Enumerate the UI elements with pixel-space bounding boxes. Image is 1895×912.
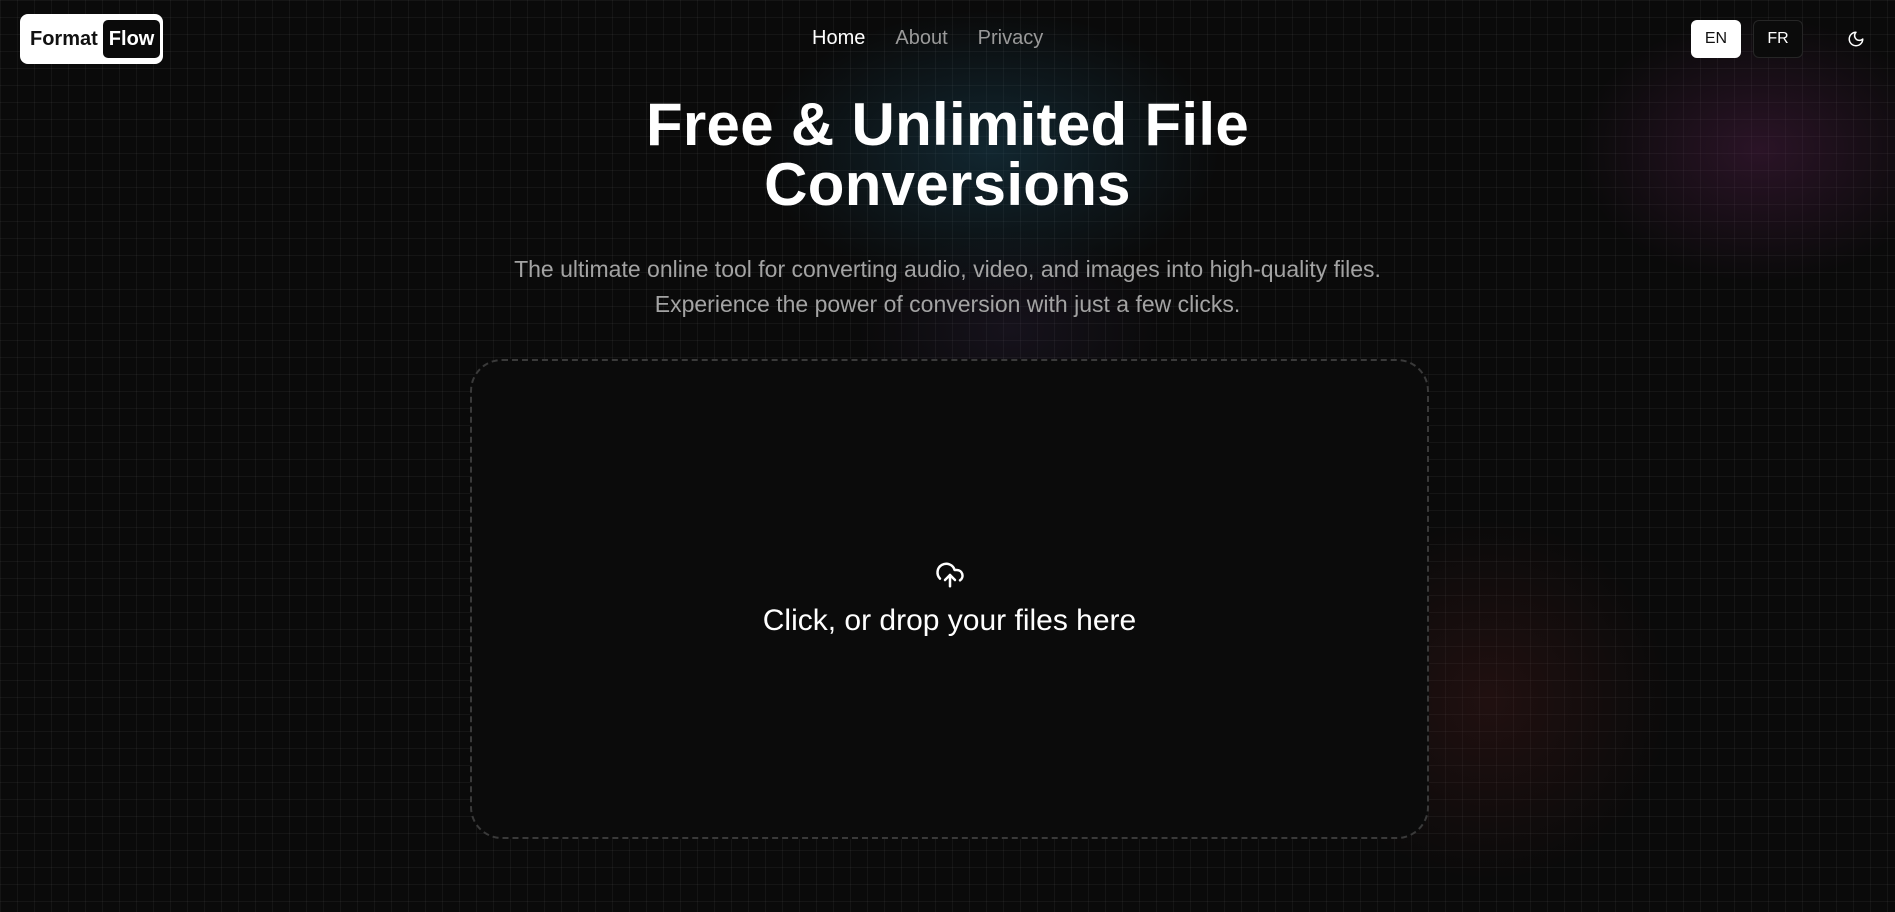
logo-flow-text: Flow xyxy=(102,20,161,58)
cloud-upload-icon xyxy=(935,562,964,588)
nav-home-link[interactable]: Home xyxy=(812,27,865,50)
theme-toggle-button[interactable] xyxy=(1844,27,1868,51)
nav-about-link[interactable]: About xyxy=(895,27,947,50)
dropzone-label: Click, or drop your files here xyxy=(762,604,1137,637)
hero-subtitle-line1: The ultimate online tool for converting … xyxy=(514,256,1381,282)
language-en-button[interactable]: EN xyxy=(1691,20,1741,58)
main-nav: Home About Privacy xyxy=(812,27,1043,50)
hero-subtitle-line2: Experience the power of conversion with … xyxy=(654,291,1241,317)
hero-subtitle: The ultimate online tool for converting … xyxy=(0,252,1895,322)
hero-title-line1: Free & Unlimited File xyxy=(645,91,1250,158)
file-dropzone[interactable]: Click, or drop your files here xyxy=(470,359,1429,839)
logo-format-text: Format xyxy=(30,27,98,50)
language-fr-button[interactable]: FR xyxy=(1753,20,1803,58)
logo[interactable]: Format Flow xyxy=(20,14,163,64)
nav-privacy-link[interactable]: Privacy xyxy=(978,27,1044,50)
moon-icon xyxy=(1848,31,1864,47)
hero-title-line2: Conversions xyxy=(764,151,1131,218)
hero-title: Free & Unlimited File Conversions xyxy=(0,95,1895,215)
